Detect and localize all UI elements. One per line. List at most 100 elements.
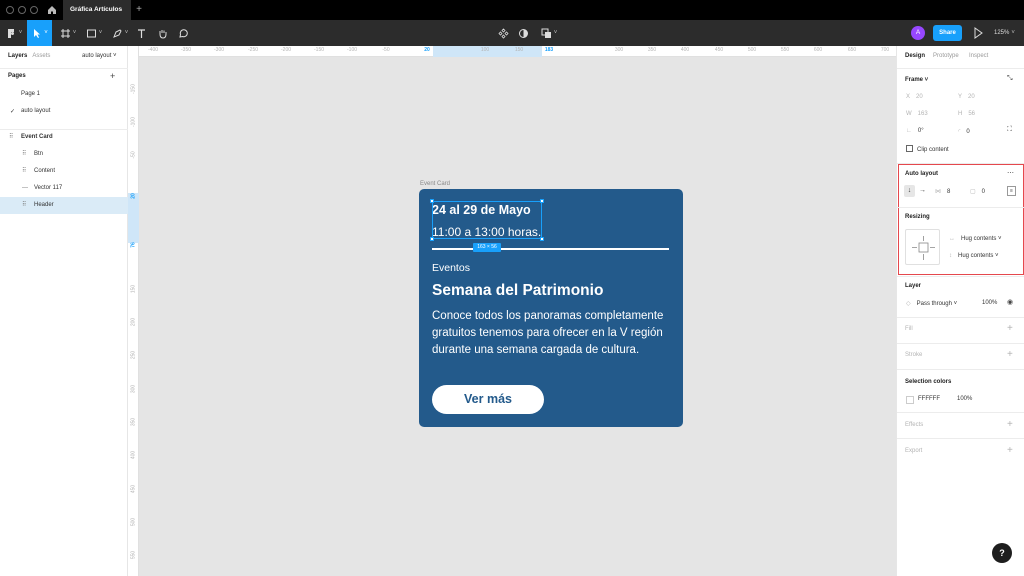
ver-mas-button[interactable]: Ver más: [432, 385, 544, 414]
mask-button[interactable]: [515, 20, 531, 46]
ruler-tick: 450: [714, 47, 724, 53]
width-field[interactable]: W 163: [906, 111, 928, 117]
event-category[interactable]: Eventos: [432, 262, 470, 274]
ruler-tick: 250: [130, 350, 137, 360]
zoom-dropdown[interactable]: 125% ˅: [994, 27, 1015, 39]
blend-mode-dropdown[interactable]: ◇ Pass through ˅: [906, 300, 957, 307]
divider-vector[interactable]: [432, 248, 669, 250]
move-tool-button[interactable]: ˅: [27, 20, 52, 46]
tab-prototype[interactable]: Prototype: [933, 53, 959, 59]
tab-inspect[interactable]: Inspect: [969, 53, 988, 59]
clip-content-checkbox[interactable]: Clip content: [906, 145, 949, 153]
spacing-value: 8: [947, 189, 951, 195]
shape-tool-button[interactable]: ˅: [82, 20, 106, 46]
resize-handle[interactable]: [430, 199, 434, 203]
user-avatar[interactable]: A: [911, 26, 925, 40]
spacing-field[interactable]: ⋈ 8: [935, 188, 950, 195]
add-stroke-plus-icon[interactable]: +: [1007, 349, 1013, 360]
height-field[interactable]: H 56: [958, 111, 975, 117]
event-description[interactable]: Conoce todos los panoramas completamente…: [432, 308, 670, 359]
page-item-page-1[interactable]: Page 1: [21, 91, 40, 97]
main-menu-button[interactable]: ˅: [4, 20, 24, 46]
maximize-window-icon[interactable]: [30, 6, 38, 14]
vector-line-icon: —: [22, 185, 28, 191]
layer-header[interactable]: ⠿ Header: [0, 197, 128, 214]
direction-vertical-button[interactable]: ↓: [904, 185, 915, 197]
divider: [897, 68, 1024, 69]
ruler-tick: 400: [130, 450, 137, 460]
ruler-tick: -350: [180, 47, 192, 53]
independent-corners-icon[interactable]: ⛶: [1007, 126, 1012, 134]
collapse-arrows-icon[interactable]: ⤡: [1007, 75, 1013, 83]
auto-layout-header: Auto layout: [905, 171, 938, 177]
padding-field[interactable]: ▢ 0: [970, 188, 985, 195]
ruler-tick: 76: [130, 242, 137, 248]
resize-handle[interactable]: [540, 199, 544, 203]
frame-grid-icon: ⠿: [22, 168, 27, 174]
x-value: 20: [916, 94, 923, 100]
tab-layers[interactable]: Layers: [8, 53, 27, 59]
radius-field[interactable]: ◜ 0: [958, 128, 970, 135]
resize-handle[interactable]: [430, 237, 434, 241]
comment-bubble-icon: [178, 28, 188, 38]
pen-tool-button[interactable]: ˅: [108, 20, 132, 46]
layer-name: Vector 117: [34, 185, 63, 191]
clip-content-label: Clip content: [917, 147, 949, 153]
color-hex-value[interactable]: FFFFFF: [918, 396, 940, 402]
horizontal-resizing-dropdown[interactable]: ↔ Hug contents ˅: [949, 236, 1002, 242]
ruler-tick: 300: [614, 47, 624, 53]
frame-tool-button[interactable]: ˅: [56, 20, 80, 46]
boolean-button[interactable]: ˅: [537, 20, 561, 46]
layer-btn[interactable]: ⠿ Btn: [0, 146, 128, 163]
direction-horizontal-arrow-icon[interactable]: →: [919, 187, 926, 194]
present-play-icon[interactable]: [973, 27, 983, 39]
new-tab-button[interactable]: +: [133, 0, 145, 20]
more-options-icon[interactable]: ⋯: [1007, 169, 1014, 177]
layer-event-card[interactable]: ⠿ Event Card: [0, 129, 128, 146]
page-selector[interactable]: auto layout ˅: [82, 53, 117, 59]
canvas[interactable]: -400 -350 -300 -250 -200 -150 -100 -50 2…: [128, 46, 896, 576]
selection-box[interactable]: [430, 199, 544, 241]
selection-colors-header: Selection colors: [905, 379, 952, 385]
text-tool-button[interactable]: [134, 20, 148, 46]
event-title[interactable]: Semana del Patrimonio: [432, 282, 603, 300]
frame-label[interactable]: Event Card: [420, 181, 450, 187]
rotation-field[interactable]: ∟ 0°: [906, 128, 924, 134]
color-swatch[interactable]: [906, 396, 914, 404]
layer-content[interactable]: ⠿ Content: [0, 163, 128, 180]
hand-tool-button[interactable]: [154, 20, 170, 46]
x-field[interactable]: X 20: [906, 94, 923, 100]
layer-vector-117[interactable]: — Vector 117: [0, 180, 128, 197]
add-export-plus-icon[interactable]: +: [1007, 445, 1013, 456]
resizing-preview[interactable]: [905, 229, 940, 265]
y-field[interactable]: Y 20: [958, 94, 975, 100]
share-button[interactable]: Share: [933, 25, 962, 41]
minimize-window-icon[interactable]: [18, 6, 26, 14]
resize-handle[interactable]: [540, 237, 544, 241]
tab-assets[interactable]: Assets: [32, 53, 50, 59]
tab-design[interactable]: Design: [905, 53, 925, 59]
ruler-tick: -300: [213, 47, 225, 53]
x-label: X: [906, 94, 911, 100]
rotation-icon: ∟: [906, 128, 912, 134]
file-tab[interactable]: Gráfica Artículos: [63, 0, 131, 20]
ruler-tick: 20: [424, 47, 430, 53]
divider: [897, 276, 1024, 277]
components-button[interactable]: [495, 20, 511, 46]
eye-visibility-icon[interactable]: ◉: [1007, 298, 1013, 306]
add-effect-plus-icon[interactable]: +: [1007, 419, 1013, 430]
w-value: 163: [917, 111, 928, 117]
color-opacity-value[interactable]: 100%: [957, 396, 972, 402]
vertical-resizing-dropdown[interactable]: ↕ Hug contents ˅: [949, 253, 999, 259]
comment-tool-button[interactable]: [175, 20, 191, 46]
layer-opacity-field[interactable]: 100%: [982, 300, 997, 306]
page-item-auto-layout[interactable]: auto layout: [21, 108, 50, 114]
help-button[interactable]: ?: [992, 543, 1012, 563]
home-icon[interactable]: [46, 4, 58, 16]
add-page-plus-icon[interactable]: +: [110, 71, 115, 81]
add-fill-plus-icon[interactable]: +: [1007, 323, 1013, 334]
ruler-tick: 700: [880, 47, 890, 53]
frame-section-header[interactable]: Frame ˅: [905, 77, 928, 83]
close-window-icon[interactable]: [6, 6, 14, 14]
alignment-icon[interactable]: ≡: [1007, 186, 1016, 196]
